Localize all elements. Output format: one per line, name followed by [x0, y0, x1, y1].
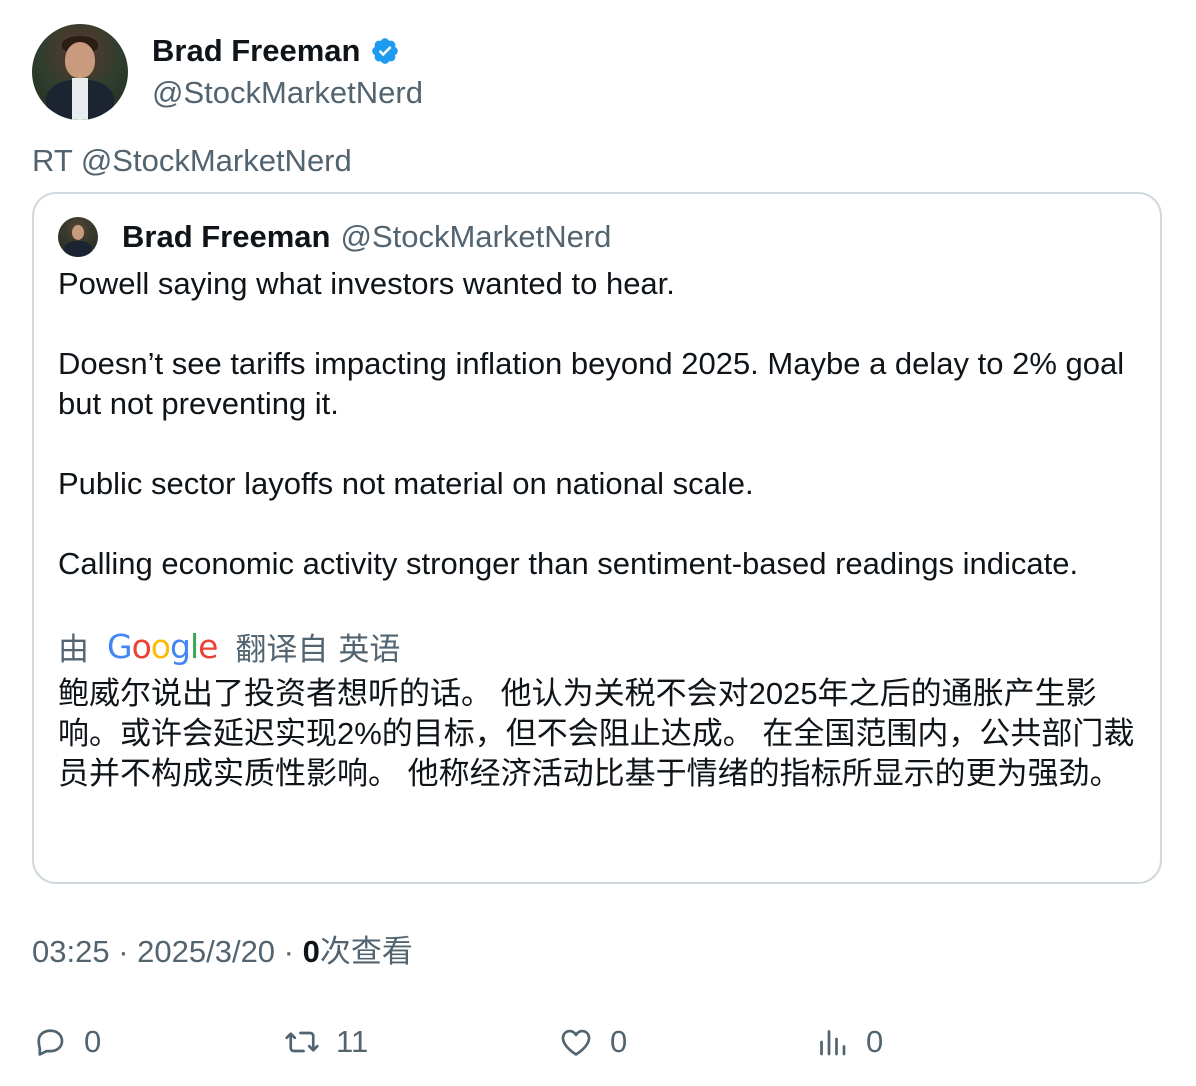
quoted-handle[interactable]: @StockMarketNerd — [340, 219, 611, 255]
views-count: 0 — [302, 934, 320, 969]
action-bar: 0 11 0 0 — [32, 1018, 1162, 1066]
tweet-time[interactable]: 03:25 — [32, 934, 110, 969]
meta-separator: · — [109, 934, 138, 969]
verified-badge-icon — [370, 36, 400, 66]
views-button[interactable]: 0 — [814, 1018, 883, 1066]
translation-suffix: 翻译自 — [235, 631, 329, 667]
retweet-line: RT @StockMarketNerd — [32, 143, 352, 178]
like-button[interactable]: 0 — [558, 1018, 627, 1066]
quoted-tweet-header: Brad Freeman @StockMarketNerd — [58, 216, 611, 258]
reply-icon — [37, 1029, 64, 1056]
tweet-date[interactable]: 2025/3/20 — [137, 934, 275, 969]
google-logo: Google — [107, 626, 218, 666]
user-info: Brad Freeman @StockMarketNerd — [152, 33, 423, 111]
views-action-count: 0 — [866, 1024, 884, 1059]
quoted-tweet-text: Powell saying what investors wanted to h… — [58, 264, 1138, 584]
tweet-paragraph: Doesn’t see tariffs impacting inflation … — [58, 346, 1125, 421]
quoted-avatar[interactable] — [58, 217, 98, 257]
name-row: Brad Freeman — [152, 33, 423, 69]
quoted-tweet-card[interactable]: Brad Freeman @StockMarketNerd Powell say… — [32, 192, 1162, 884]
views-label: 次查看 — [319, 934, 413, 969]
like-count: 0 — [610, 1024, 628, 1059]
avatar[interactable] — [32, 24, 128, 120]
translation-prefix: 由 — [58, 631, 89, 667]
tweet-meta: 03:25 · 2025/3/20 · 0次查看 — [32, 932, 413, 972]
display-name[interactable]: Brad Freeman — [152, 33, 360, 69]
retweet-count: 11 — [336, 1024, 369, 1059]
user-handle[interactable]: @StockMarketNerd — [152, 75, 423, 111]
tweet-paragraph: Calling economic activity stronger than … — [58, 546, 1079, 581]
meta-separator: · — [275, 934, 303, 969]
tweet-paragraph: Powell saying what investors wanted to h… — [58, 266, 675, 301]
translation-language: 英语 — [338, 631, 401, 667]
translated-text: 鲍威尔说出了投资者想听的话。 他认为关税不会对2025年之后的通胀产生影响。或许… — [58, 676, 1135, 791]
tweet-header: Brad Freeman @StockMarketNerd — [32, 24, 423, 120]
retweet-icon — [285, 1031, 319, 1053]
analytics-icon — [820, 1030, 846, 1056]
tweet-paragraph: Public sector layoffs not material on na… — [58, 466, 754, 501]
quoted-display-name[interactable]: Brad Freeman — [122, 219, 330, 255]
heart-icon — [561, 1029, 591, 1056]
translation-attribution: 由 Google 翻译自 英语 — [58, 626, 401, 667]
retweet-button[interactable]: 11 — [284, 1018, 368, 1066]
reply-button[interactable]: 0 — [32, 1018, 101, 1066]
reply-count: 0 — [84, 1024, 102, 1059]
